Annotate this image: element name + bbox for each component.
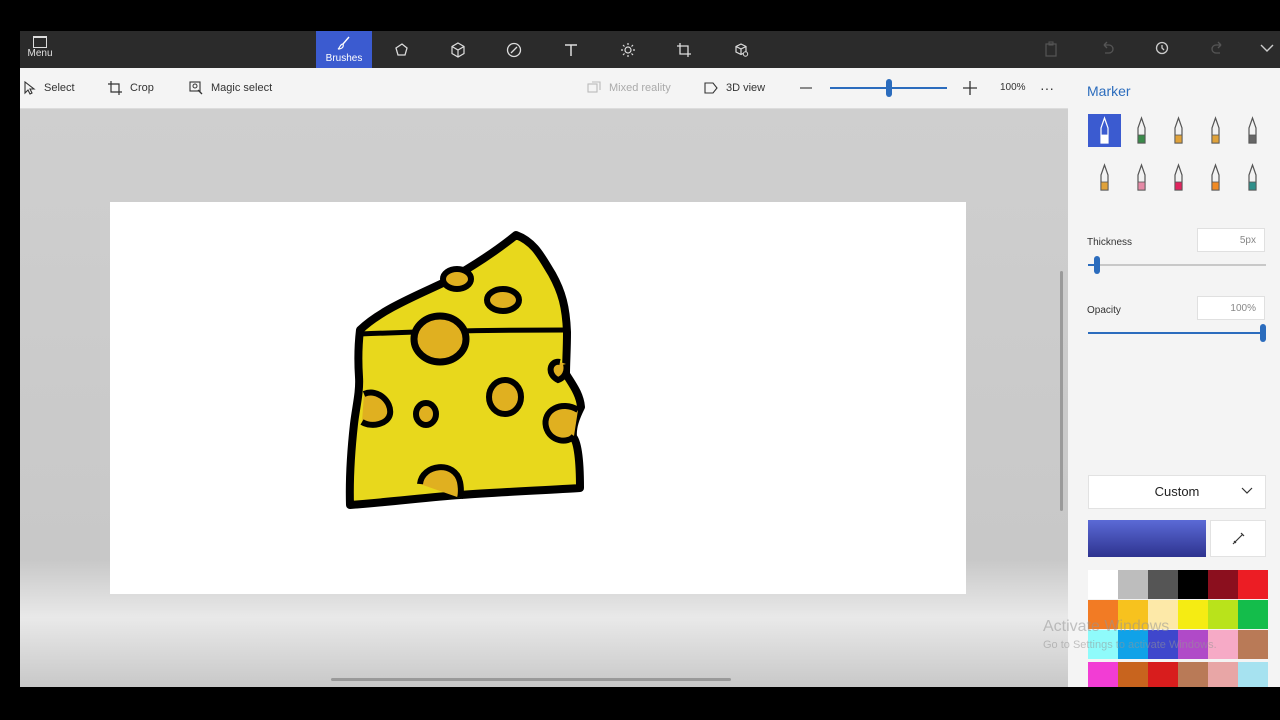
magic-select-button[interactable]: Magic select [189,68,272,108]
3d-view-icon [704,82,718,94]
activation-watermark-subtitle: Go to Settings to activate Windows. [1043,639,1217,651]
thickness-input[interactable]: 5px [1197,228,1265,252]
undo-icon[interactable] [1100,41,1114,60]
minus-icon [800,87,812,89]
cheese-drawing [345,231,585,509]
oil-brush-icon[interactable] [1162,114,1195,147]
color-swatch[interactable] [1118,662,1148,687]
mixed-reality-label: Mixed reality [609,82,671,94]
magic-select-icon [189,81,203,95]
brushes-tab[interactable]: Brushes [316,31,372,68]
color-swatch[interactable] [1208,662,1238,687]
stickers-icon [506,42,522,58]
crop-icon [108,81,122,96]
color-mode-label: Custom [1154,484,1200,499]
panel-title: Marker [1087,83,1131,99]
crayon-icon[interactable] [1162,161,1195,194]
toolbar: Select Crop Magic select Mixed reality 3… [20,68,1068,109]
history-icon[interactable] [1155,41,1169,60]
canvas-area [20,109,1068,687]
stickers-tab[interactable] [486,31,542,68]
brush-icon [337,36,350,50]
eyedropper-icon [1232,532,1245,545]
menu-label: Menu [27,48,53,59]
thickness-slider-track[interactable] [1096,264,1266,266]
marker-brush-icon[interactable] [1088,114,1121,147]
watercolor-icon[interactable] [1199,114,1232,147]
opacity-slider-fill [1088,332,1266,334]
thickness-slider-thumb[interactable] [1093,256,1100,274]
title-bar: Menu Brushes [20,31,1280,68]
opacity-input[interactable]: 100% [1197,296,1265,320]
chevron-down-icon [1241,476,1253,508]
color-mode-dropdown[interactable]: Custom [1088,475,1266,509]
crop-label: Crop [130,82,154,94]
paste-icon[interactable] [1044,41,1058,62]
calligraphy-pen-icon[interactable] [1125,114,1158,147]
canvas-tab[interactable] [656,31,712,68]
opacity-label: Opacity [1087,305,1121,316]
color-swatch[interactable] [1238,600,1268,629]
pixel-pen-icon[interactable] [1236,114,1269,147]
vertical-scrollbar[interactable] [1060,271,1063,511]
zoom-slider-thumb[interactable] [886,79,892,97]
color-swatch[interactable] [1148,662,1178,687]
brushes-label: Brushes [325,53,363,64]
eraser-icon[interactable] [1125,161,1158,194]
color-swatch[interactable] [1178,570,1208,599]
drawing-canvas[interactable] [110,202,966,594]
folder-icon [33,36,47,48]
color-swatch[interactable] [1208,570,1238,599]
magic-select-label: Magic select [211,82,273,94]
3d-view-button[interactable]: 3D view [704,68,765,108]
redo-icon[interactable] [1211,41,1225,60]
chevron-down-icon[interactable] [1260,41,1274,60]
opacity-slider-thumb[interactable] [1260,324,1266,342]
fill-icon[interactable] [1236,161,1269,194]
mixed-reality-button[interactable]: Mixed reality [587,68,671,108]
eyedropper-button[interactable] [1210,520,1266,557]
color-swatch[interactable] [1178,662,1208,687]
effects-tab[interactable] [600,31,656,68]
color-swatch[interactable] [1088,662,1118,687]
color-swatch[interactable] [1208,600,1238,629]
crop-button[interactable]: Crop [108,68,154,108]
thickness-label: Thickness [1087,237,1133,248]
more-options-button[interactable]: ··· [1040,68,1054,108]
text-icon [565,44,577,56]
zoom-value: 100% [1000,82,1026,93]
activation-watermark-title: Activate Windows [1043,618,1170,635]
3d-library-icon [735,43,749,57]
3d-view-label: 3D view [726,82,766,94]
menu-button[interactable]: Menu [20,31,60,68]
color-swatch[interactable] [1238,630,1268,659]
cursor-icon [24,80,36,95]
text-tab[interactable] [543,31,599,68]
3d-shapes-icon [451,42,465,58]
select-label: Select [44,82,75,94]
zoom-out-button[interactable] [800,68,820,108]
3d-library-tab[interactable] [713,31,769,68]
zoom-in-button[interactable] [963,68,985,108]
select-button[interactable]: Select [24,68,75,108]
paint3d-window: Menu Brushes Select Crop Magic select Mi… [20,31,1280,687]
plus-icon [963,81,977,96]
effects-icon [621,43,635,57]
color-swatch[interactable] [1178,600,1208,629]
color-swatch[interactable] [1238,570,1268,599]
canvas-icon [677,43,691,57]
mixed-reality-icon [587,81,601,93]
2d-shapes-icon [395,43,408,56]
color-swatch[interactable] [1238,662,1268,687]
color-swatch[interactable] [1148,570,1178,599]
current-color-swatch[interactable] [1088,520,1206,557]
2d-shapes-tab[interactable] [374,31,430,68]
color-swatch[interactable] [1088,570,1118,599]
color-swatch[interactable] [1118,570,1148,599]
3d-shapes-tab[interactable] [430,31,486,68]
brush-panel: Marker Thickness 5px Opacity 100% Custom [1068,68,1280,687]
pencil-icon[interactable] [1088,161,1121,194]
horizontal-scrollbar[interactable] [331,678,731,681]
spray-can-icon[interactable] [1199,161,1232,194]
